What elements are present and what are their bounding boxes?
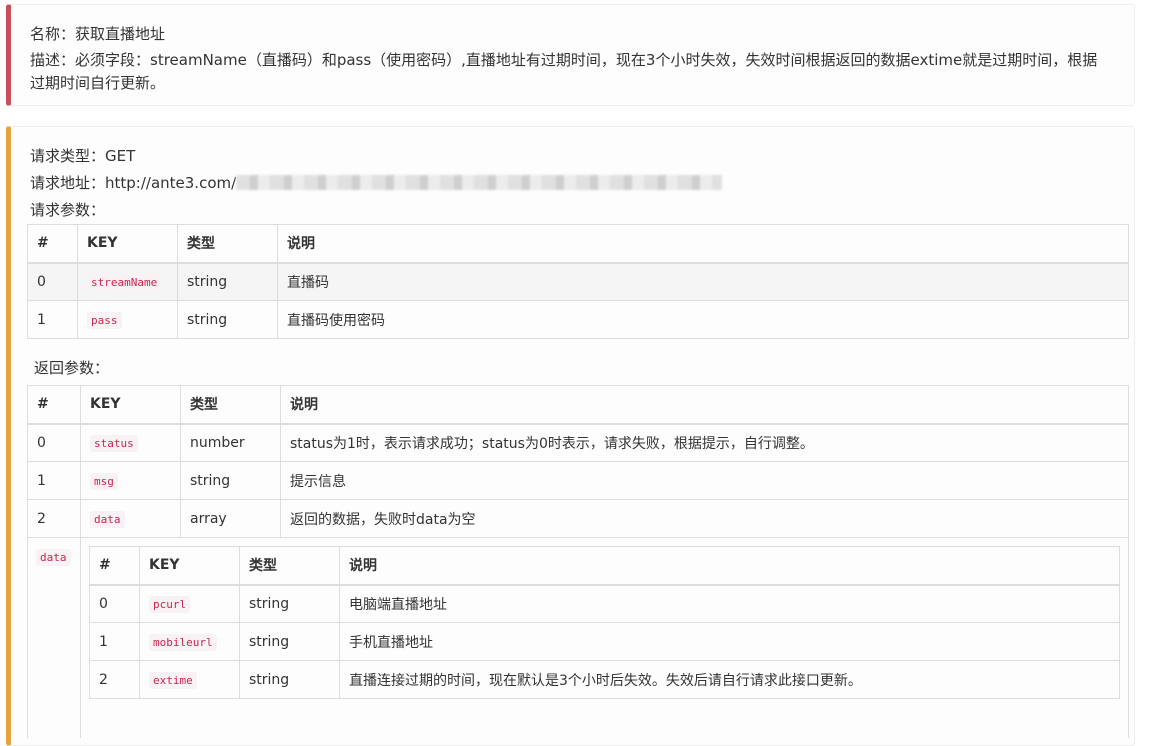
response-params-label: 返回参数： [34, 359, 110, 377]
table-row: 0 pcurl string 电脑端直播地址 [89, 584, 1120, 623]
row-type: string [177, 300, 278, 339]
api-detail-callout: 请求类型：GET 请求地址：http://ante3.com/ 请求参数： # … [6, 126, 1135, 746]
data-fields-table: # KEY 类型 说明 0 pcurl string 电脑端直播地址 1 mob… [89, 546, 1120, 699]
row-key: status [80, 423, 181, 462]
col-desc-header: 说明 [277, 224, 1129, 264]
row-index: 0 [27, 423, 81, 462]
row-type: number [180, 423, 281, 462]
col-desc-header: 说明 [280, 385, 1129, 425]
col-desc-header: 说明 [339, 546, 1120, 586]
key-code: mobileurl [149, 633, 217, 651]
row-index: 2 [27, 499, 81, 538]
col-index-header: # [89, 546, 140, 586]
row-desc: status为1时，表示请求成功；status为0时表示，请求失败，根据提示，自… [280, 423, 1129, 462]
col-type-header: 类型 [177, 224, 278, 264]
row-index: 0 [27, 262, 78, 301]
request-url[interactable]: 请求地址：http://ante3.com/ [30, 170, 1134, 197]
table-row: 1 msg string 提示信息 [27, 461, 1129, 500]
row-type: string [180, 461, 281, 500]
request-params-label: 请求参数： [30, 201, 106, 219]
row-key: streamName [77, 262, 178, 301]
row-key: extime [139, 660, 240, 699]
col-index-header: # [27, 224, 78, 264]
key-code: msg [90, 472, 118, 490]
row-desc: 直播连接过期的时间，现在默认是3个小时后失效。失效后请自行请求此接口更新。 [339, 660, 1120, 699]
table-row: 1 mobileurl string 手机直播地址 [89, 622, 1120, 661]
key-code: pass [87, 311, 122, 329]
table-row: 0 status number status为1时，表示请求成功；status为… [27, 423, 1129, 462]
data-subtable-row: data # KEY 类型 说明 0 pcurl string 电脑端直播地址 … [27, 537, 1129, 738]
row-desc: 返回的数据，失败时data为空 [280, 499, 1129, 538]
col-key-header: KEY [139, 546, 240, 586]
row-key: msg [80, 461, 181, 500]
key-code: status [90, 434, 138, 452]
data-key-cell: data [27, 537, 81, 738]
api-description: 描述：必须字段：streamName（直播码）和pass（使用密码）,直播地址有… [30, 51, 1098, 92]
table-header-row: # KEY 类型 说明 [27, 385, 1129, 425]
request-type: 请求类型：GET [30, 147, 136, 165]
col-type-header: 类型 [239, 546, 340, 586]
response-params-table: # KEY 类型 说明 0 status number status为1时，表示… [27, 385, 1129, 738]
row-index: 2 [89, 660, 140, 699]
row-key: pcurl [139, 584, 240, 623]
request-params-table: # KEY 类型 说明 0 streamName string 直播码 1 pa… [27, 224, 1129, 339]
data-subtable-cell: # KEY 类型 说明 0 pcurl string 电脑端直播地址 1 mob… [80, 537, 1129, 738]
row-desc: 直播码 [277, 262, 1129, 301]
row-type: string [239, 584, 340, 623]
row-index: 1 [89, 622, 140, 661]
col-index-header: # [27, 385, 81, 425]
key-code: extime [149, 671, 197, 689]
table-row: 2 extime string 直播连接过期的时间，现在默认是3个小时后失效。失… [89, 660, 1120, 699]
row-index: 1 [27, 461, 81, 500]
row-key: mobileurl [139, 622, 240, 661]
row-desc: 电脑端直播地址 [339, 584, 1120, 623]
row-desc: 提示信息 [280, 461, 1129, 500]
row-key: pass [77, 300, 178, 339]
row-type: string [177, 262, 278, 301]
row-desc: 直播码使用密码 [277, 300, 1129, 339]
table-header-row: # KEY 类型 说明 [89, 546, 1120, 586]
request-url-text: 请求地址：http://ante3.com/ [30, 174, 237, 192]
key-code: streamName [87, 273, 162, 291]
table-row: 0 streamName string 直播码 [27, 262, 1129, 301]
row-type: string [239, 660, 340, 699]
table-row: 2 data array 返回的数据，失败时data为空 [27, 499, 1129, 538]
table-header-row: # KEY 类型 说明 [27, 224, 1129, 264]
data-key-code: data [36, 549, 71, 566]
col-type-header: 类型 [180, 385, 281, 425]
row-index: 0 [89, 584, 140, 623]
row-key: data [80, 499, 181, 538]
row-type: string [239, 622, 340, 661]
col-key-header: KEY [80, 385, 181, 425]
table-row: 1 pass string 直播码使用密码 [27, 300, 1129, 339]
redacted-url-blur [236, 175, 723, 190]
row-type: array [180, 499, 281, 538]
key-code: data [90, 510, 125, 528]
col-key-header: KEY [77, 224, 178, 264]
api-info-callout: 名称：获取直播地址 描述：必须字段：streamName（直播码）和pass（使… [6, 4, 1135, 106]
row-desc: 手机直播地址 [339, 622, 1120, 661]
api-name: 名称：获取直播地址 [30, 25, 166, 43]
key-code: pcurl [149, 595, 191, 613]
row-index: 1 [27, 300, 78, 339]
